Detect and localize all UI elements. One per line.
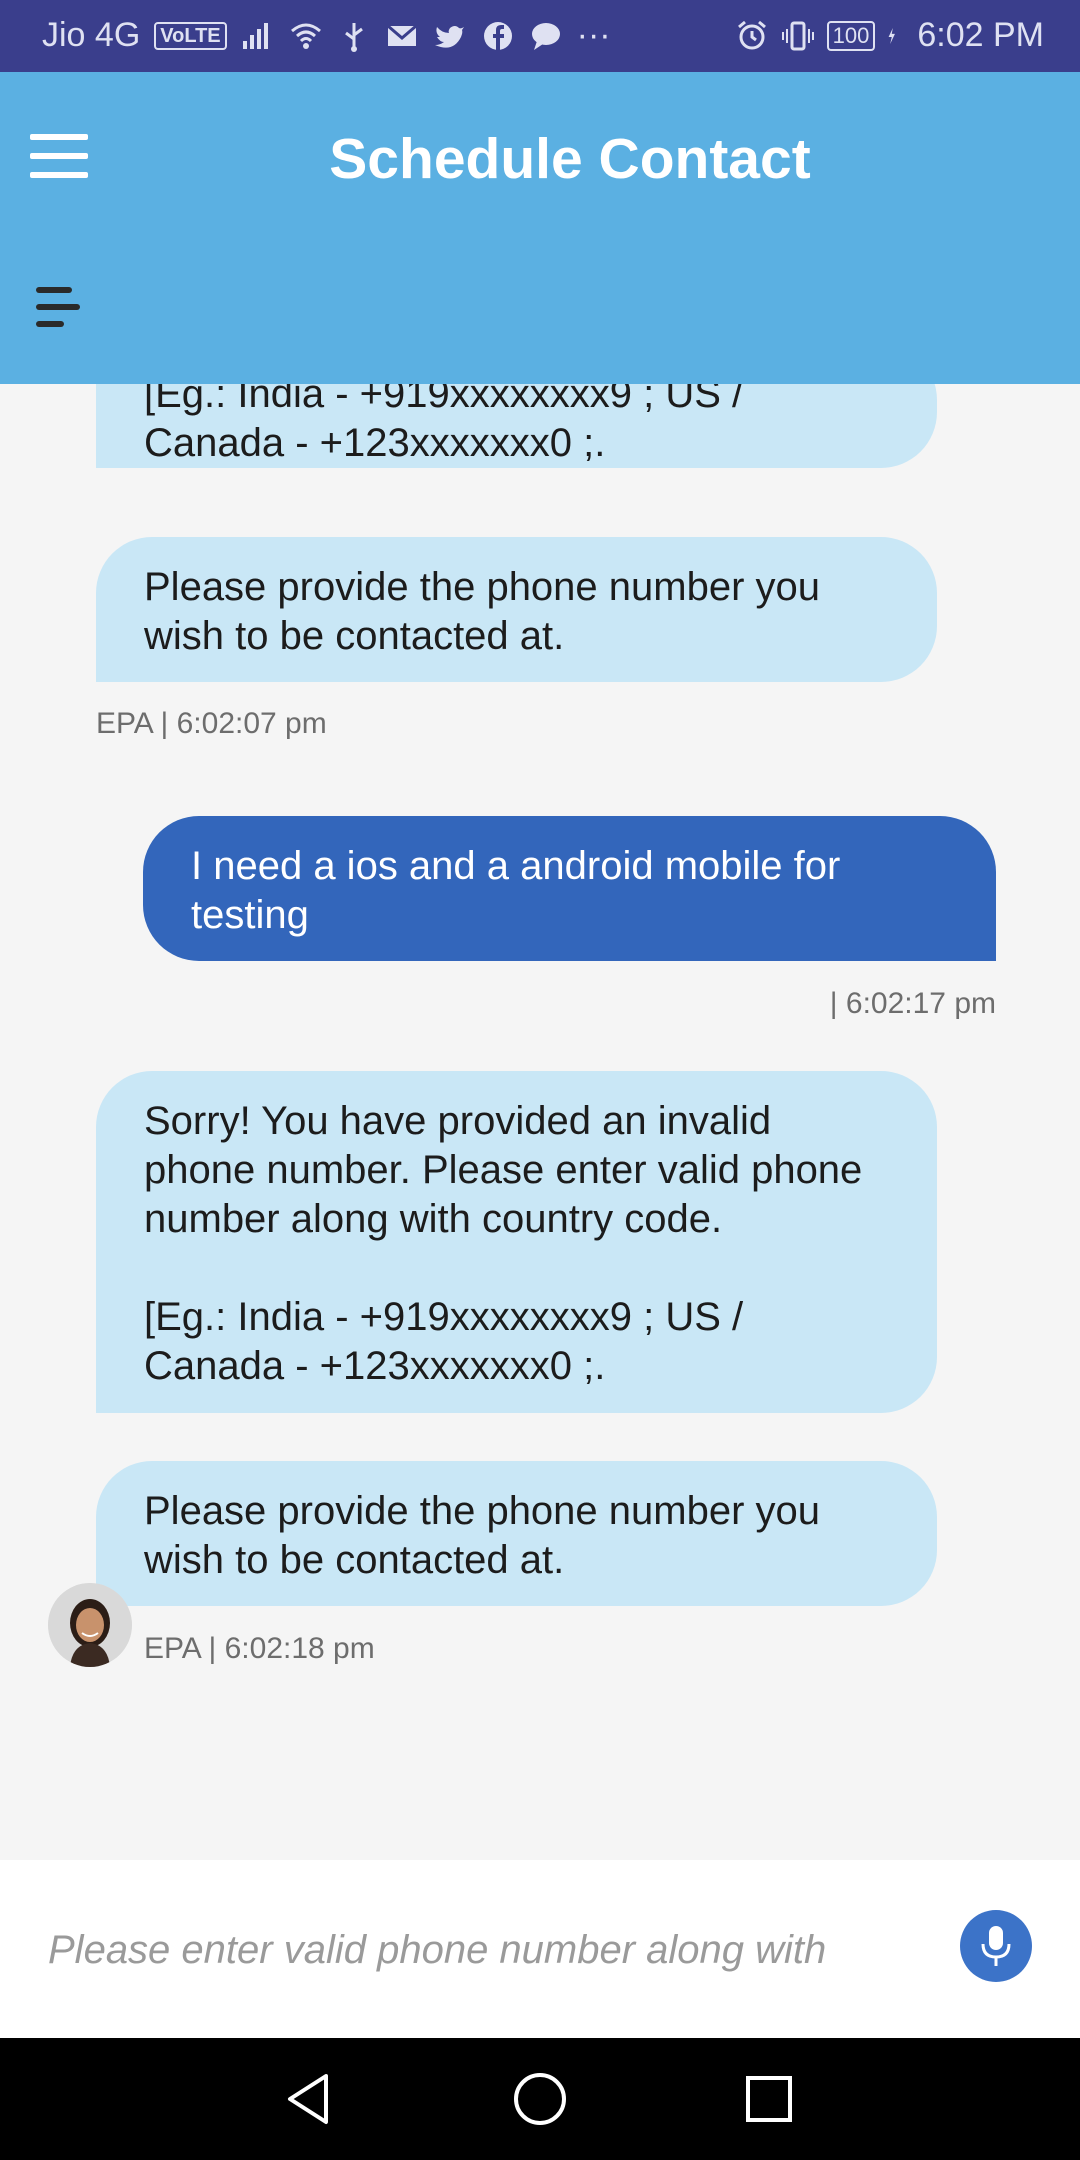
message-line: phone number. Please enter valid phone [144, 1148, 863, 1192]
avatar-portrait [48, 1583, 132, 1667]
microphone-glyph [981, 1926, 1011, 1966]
message-line: Sorry! You have provided an invalid [144, 1099, 772, 1143]
home-circle-icon[interactable] [507, 2066, 573, 2132]
mail-icon [386, 24, 417, 46]
facebook-icon [483, 21, 512, 50]
alarm-icon [737, 20, 766, 49]
back-triangle-icon[interactable] [276, 2066, 342, 2132]
message-line: Canada - +123xxxxxxx0 ;. [144, 421, 606, 465]
battery-icon: 100 [826, 20, 876, 51]
status-bar-left: Jio 4G VoLTE ··· [42, 16, 611, 55]
message-line: wish to be contacted at. [144, 1538, 565, 1582]
chat-bubble-icon [531, 22, 560, 50]
bot-message: [Eg.: India - +919xxxxxxxx9 ; US / Canad… [96, 384, 937, 468]
bot-message: Please provide the phone number you wish… [96, 1461, 937, 1606]
message-line: Canada - +123xxxxxxx0 ;. [144, 1344, 606, 1388]
overflow-dots: ··· [576, 16, 611, 54]
page-title: Schedule Contact [329, 127, 811, 191]
menu-lines-icon[interactable] [36, 287, 80, 331]
status-time: 6:02 PM [917, 16, 1044, 54]
user-message: I need a ios and a android mobile for te… [143, 816, 996, 961]
usb-icon [344, 22, 363, 52]
message-meta: | 6:02:17 pm [829, 987, 996, 1020]
message-line: [Eg.: India - +919xxxxxxxx9 ; US / [144, 1295, 744, 1339]
chat-transcript[interactable]: [Eg.: India - +919xxxxxxxx9 ; US / Canad… [0, 384, 1080, 1860]
message-line: [Eg.: India - +919xxxxxxxx9 ; US / [144, 384, 744, 416]
microphone-icon[interactable] [960, 1910, 1032, 1982]
message-input[interactable] [48, 1910, 908, 1990]
recents-square-icon[interactable] [736, 2066, 802, 2132]
status-bar: Jio 4G VoLTE ··· 100 6:02 PM [0, 0, 1080, 72]
message-line: number along with country code. [144, 1197, 723, 1241]
wifi-icon [290, 23, 321, 49]
volte-badge: VoLTE [154, 21, 227, 50]
message-line: wish to be contacted at. [144, 614, 565, 658]
message-meta: EPA | 6:02:07 pm [96, 707, 327, 740]
agent-avatar [48, 1583, 132, 1667]
app-bar: Schedule Contact [0, 72, 1080, 384]
vibrate-icon [781, 21, 814, 50]
bot-message: Sorry! You have provided an invalid phon… [96, 1071, 937, 1413]
message-line: I need a ios and a android mobile for [191, 844, 841, 888]
message-line: Please provide the phone number you [144, 1489, 821, 1533]
twitter-icon [434, 25, 464, 48]
composer-bar [0, 1860, 1080, 2038]
carrier-label: Jio 4G [42, 16, 141, 54]
message-line: testing [191, 893, 309, 937]
charging-icon [888, 27, 896, 44]
bot-message: Please provide the phone number you wish… [96, 537, 937, 682]
system-nav-bar [0, 2038, 1080, 2160]
message-line: Please provide the phone number you [144, 565, 821, 609]
status-bar-right: 100 6:02 PM [735, 16, 1044, 55]
signal-icon [242, 22, 268, 49]
message-meta: EPA | 6:02:18 pm [144, 1632, 375, 1665]
